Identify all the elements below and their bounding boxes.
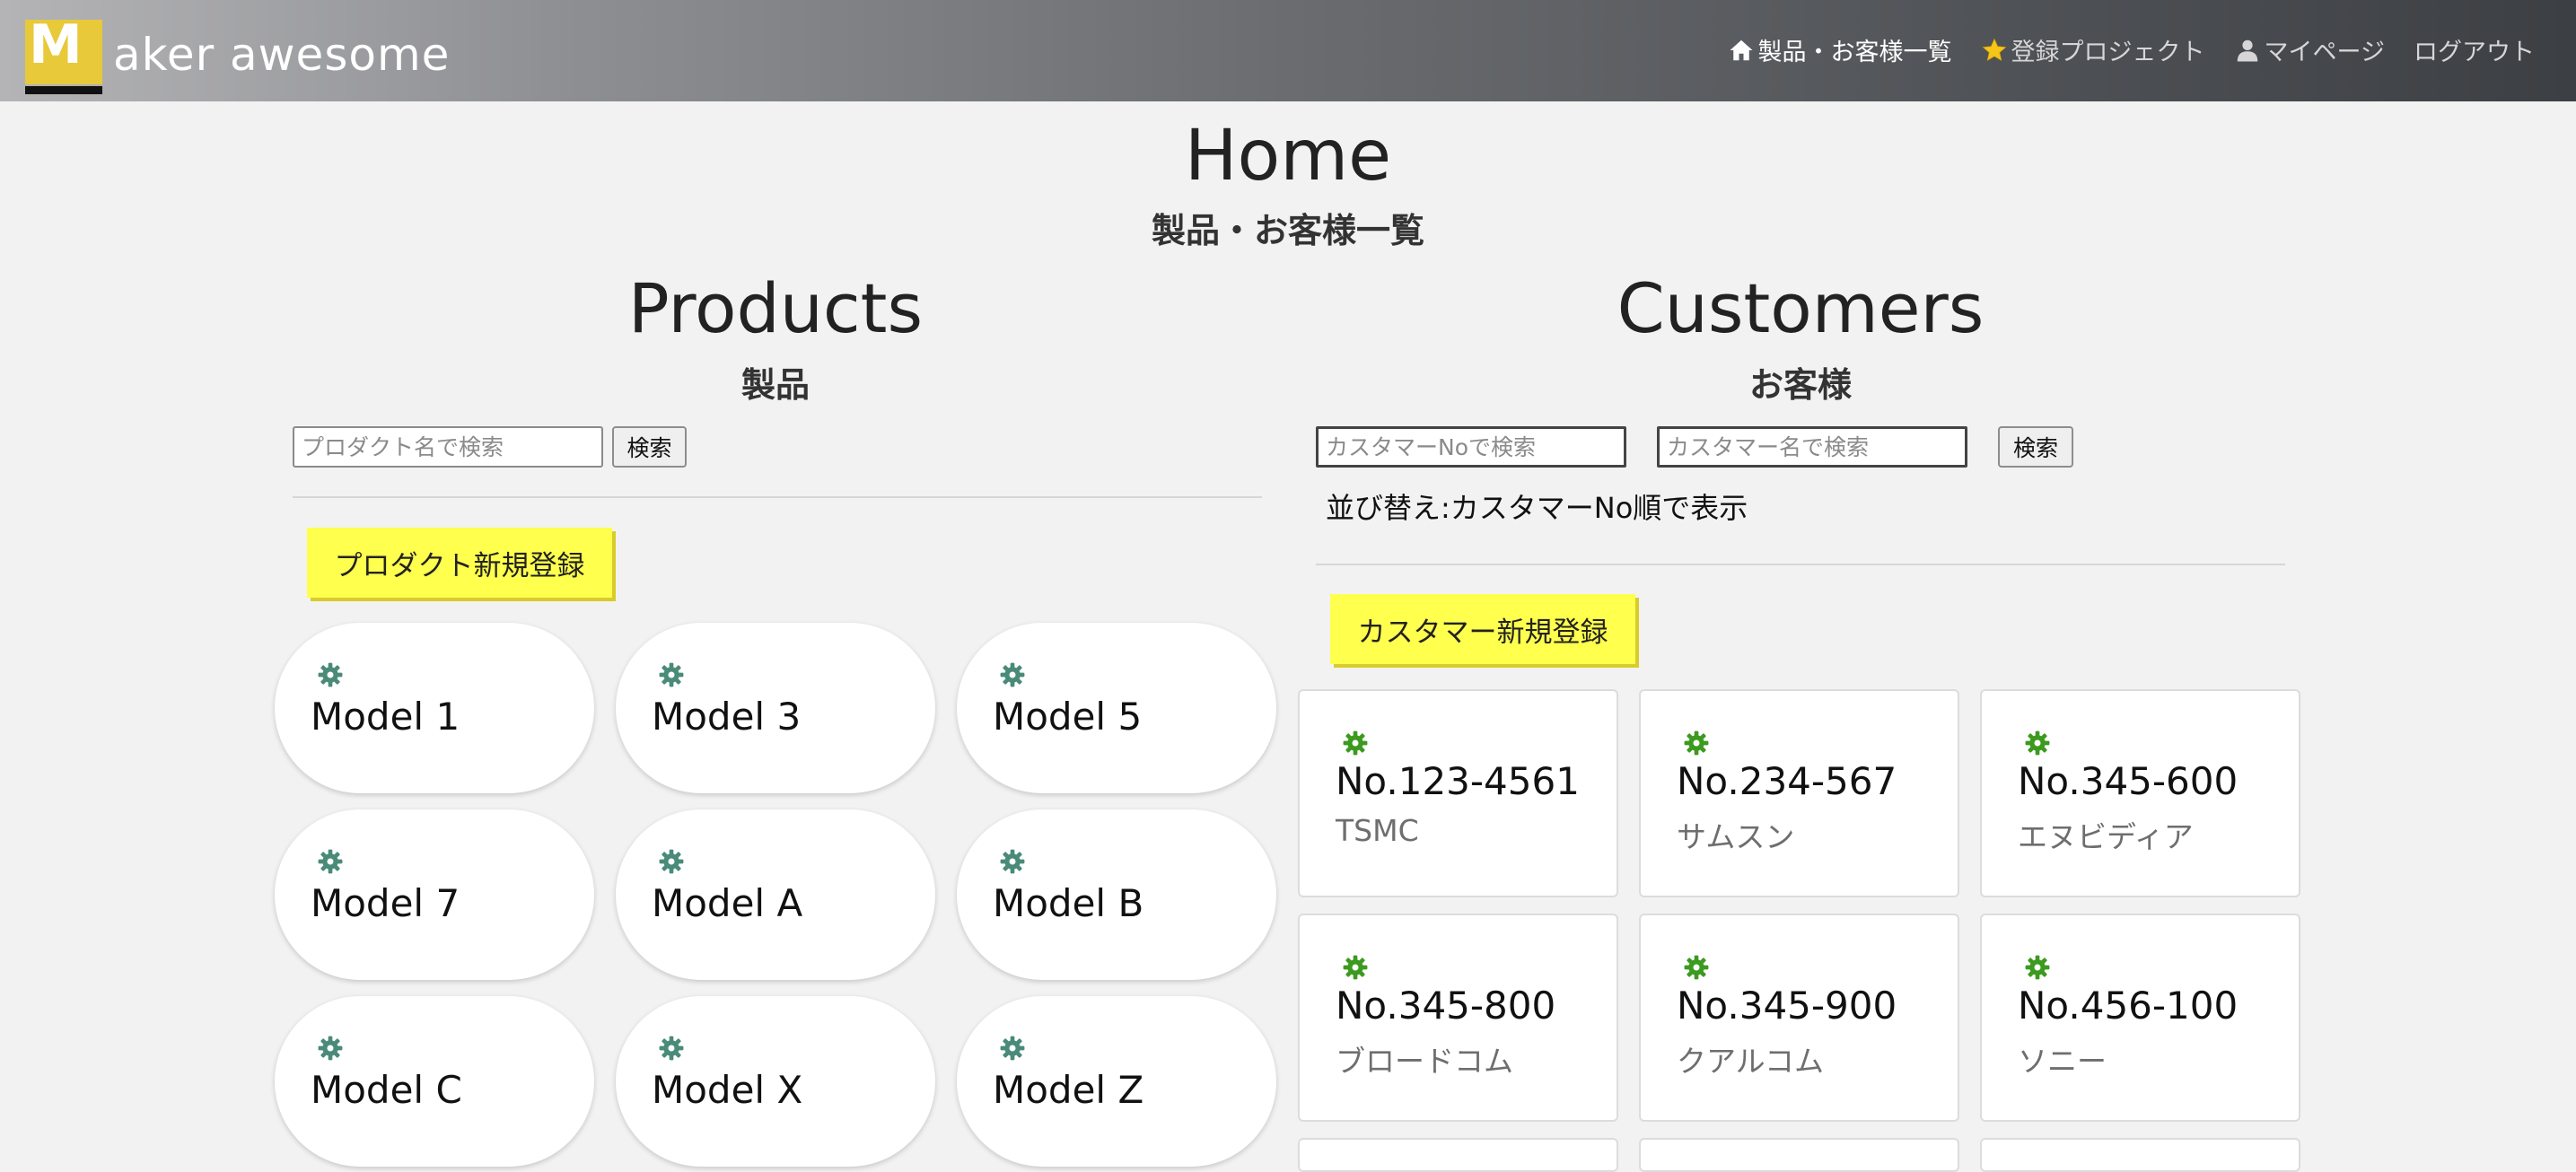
- logo-mark: M: [25, 13, 102, 84]
- logo-text: aker awesome: [113, 29, 451, 81]
- customer-name: ブロードコム: [1336, 1044, 1513, 1079]
- customer-card[interactable]: No.345-900 クアルコム: [1639, 914, 1959, 1122]
- products-subtitle: 製品: [740, 365, 810, 405]
- product-name: Model X: [652, 1068, 803, 1112]
- nav-item-logout[interactable]: ログアウト: [2414, 32, 2535, 67]
- product-card[interactable]: Model C: [275, 996, 594, 1167]
- product-card[interactable]: Model 1: [275, 623, 594, 793]
- nav-item-label: 製品・お客様一覧: [1757, 39, 1952, 66]
- nav-links: 製品・お客様一覧 登録プロジェクト マイページ ログアウト: [1728, 32, 2535, 67]
- product-name: Model 5: [993, 695, 1143, 739]
- product-register-button[interactable]: プロダクト新規登録: [307, 528, 612, 598]
- customer-card[interactable]: No.234-567 サムスン: [1639, 689, 1959, 897]
- gear-icon: [1000, 662, 1025, 687]
- top-navbar: M aker awesome 製品・お客様一覧 登録プロジェクト マイページ ロ…: [0, 0, 2576, 101]
- product-name: Model A: [652, 881, 803, 925]
- page-subtitle: 製品・お客様一覧: [1151, 211, 1424, 250]
- nav-item-label: マイページ: [2264, 39, 2385, 66]
- customer-name: サムスン: [1677, 819, 1795, 854]
- nav-item-products-customers[interactable]: 製品・お客様一覧: [1728, 32, 1952, 67]
- customer-number: No.456-100: [2018, 984, 2239, 1028]
- gear-icon: [659, 849, 684, 874]
- product-card[interactable]: Model X: [616, 996, 935, 1167]
- product-search-button[interactable]: 検索: [612, 426, 687, 468]
- nav-item-label: 登録プロジェクト: [2011, 39, 2205, 66]
- home-icon: [1730, 39, 1753, 60]
- gear-icon: [1684, 955, 1709, 980]
- customers-divider: [1316, 564, 2285, 565]
- customer-search-button[interactable]: 検索: [1998, 426, 2073, 468]
- logo-underline: [25, 86, 102, 94]
- customer-name: エヌビディア: [2018, 819, 2194, 854]
- gear-icon: [1000, 1036, 1025, 1061]
- product-search-input[interactable]: [293, 426, 603, 468]
- customer-number: No.345-900: [1677, 984, 1897, 1028]
- customer-name: ソニー: [2018, 1044, 2107, 1079]
- gear-icon: [1000, 849, 1025, 874]
- customer-register-button[interactable]: カスタマー新規登録: [1330, 594, 1635, 664]
- product-card[interactable]: Model B: [957, 809, 1276, 980]
- product-name: Model B: [993, 881, 1144, 925]
- gear-icon: [659, 662, 684, 687]
- customer-card[interactable]: No.345-600 エヌビディア: [1980, 689, 2300, 897]
- product-name: Model C: [311, 1068, 462, 1112]
- customer-number: No.345-800: [1336, 984, 1556, 1028]
- gear-icon: [318, 662, 343, 687]
- customer-name-search-input[interactable]: [1657, 426, 1967, 468]
- gear-icon: [1343, 730, 1368, 756]
- product-name: Model 3: [652, 695, 802, 739]
- products-divider: [293, 496, 1262, 498]
- customer-no-search-input[interactable]: [1316, 426, 1626, 468]
- gear-icon: [318, 849, 343, 874]
- customers-title: Customers: [1617, 268, 1985, 348]
- customer-card[interactable]: [1639, 1138, 1959, 1172]
- customer-number: No.345-600: [2018, 759, 2239, 803]
- nav-item-mypage[interactable]: マイページ: [2234, 32, 2385, 67]
- customer-name: クアルコム: [1677, 1044, 1825, 1079]
- customers-subtitle: お客様: [1748, 365, 1852, 405]
- customer-card[interactable]: No.345-800 ブロードコム: [1298, 914, 1618, 1122]
- product-card[interactable]: Model Z: [957, 996, 1276, 1167]
- gear-icon: [1343, 955, 1368, 980]
- star-icon: [1982, 38, 2006, 61]
- product-card[interactable]: Model 3: [616, 623, 935, 793]
- gear-icon: [2025, 730, 2050, 756]
- customer-number: No.234-567: [1677, 759, 1897, 803]
- sort-order-text: 並び替え:カスタマーNo順で表示: [1326, 491, 1748, 525]
- logo-letter: M: [29, 13, 83, 76]
- page-title: Home: [1184, 116, 1392, 197]
- nav-item-label: ログアウト: [2414, 39, 2535, 66]
- user-icon: [2237, 39, 2257, 61]
- products-title: Products: [627, 268, 924, 348]
- gear-icon: [659, 1036, 684, 1061]
- product-name: Model 1: [311, 695, 460, 739]
- nav-item-registered-projects[interactable]: 登録プロジェクト: [1981, 32, 2205, 67]
- gear-icon: [1684, 730, 1709, 756]
- customer-number: No.123-4561: [1336, 759, 1580, 803]
- customer-card[interactable]: No.123-4561 TSMC: [1298, 689, 1618, 897]
- gear-icon: [2025, 955, 2050, 980]
- customer-card[interactable]: [1980, 1138, 2300, 1172]
- product-name: Model 7: [311, 881, 460, 925]
- customer-card[interactable]: [1298, 1138, 1618, 1172]
- gear-icon: [318, 1036, 343, 1061]
- product-card[interactable]: Model 5: [957, 623, 1276, 793]
- product-card[interactable]: Model A: [616, 809, 935, 980]
- customer-card[interactable]: No.456-100 ソニー: [1980, 914, 2300, 1122]
- customer-name: TSMC: [1336, 813, 1419, 848]
- product-card[interactable]: Model 7: [275, 809, 594, 980]
- product-name: Model Z: [993, 1068, 1144, 1112]
